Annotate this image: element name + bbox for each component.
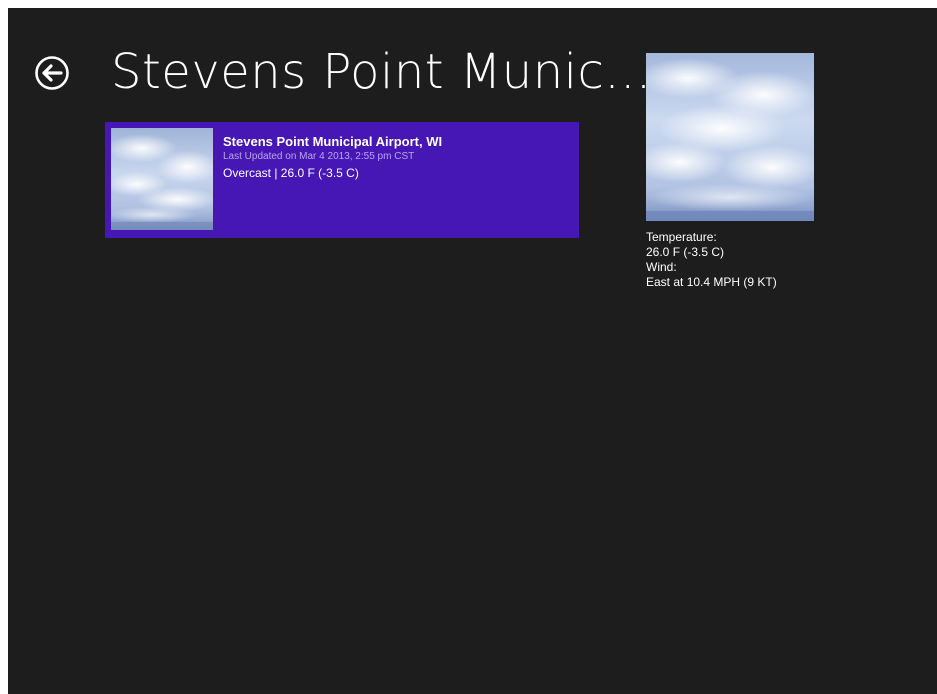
overcast-sky-image <box>111 128 213 230</box>
temperature-label: Temperature: <box>646 230 717 244</box>
last-updated-text: Last Updated on Mar 4 2013, 2:55 pm CST <box>223 151 415 162</box>
overcast-sky-image-large <box>646 53 814 221</box>
station-name: Stevens Point Municipal Airport, WI <box>223 134 443 149</box>
wind-value: East at 10.4 MPH (9 KT) <box>646 275 777 289</box>
back-button[interactable] <box>34 55 70 91</box>
page-title: Stevens Point Munic... <box>111 44 652 100</box>
station-tile[interactable]: Stevens Point Municipal Airport, WI Last… <box>105 122 579 238</box>
back-arrow-icon <box>35 56 69 90</box>
wind-label: Wind: <box>646 260 677 274</box>
weather-details: Temperature: 26.0 F (-3.5 C) Wind: East … <box>646 230 777 290</box>
temperature-value: 26.0 F (-3.5 C) <box>646 245 725 259</box>
station-tile-text: Stevens Point Municipal Airport, WI Last… <box>223 134 573 182</box>
app-window: Stevens Point Munic... Stevens Point Mun… <box>8 8 937 694</box>
conditions-summary: Overcast | 26.0 F (-3.5 C) <box>223 166 359 180</box>
